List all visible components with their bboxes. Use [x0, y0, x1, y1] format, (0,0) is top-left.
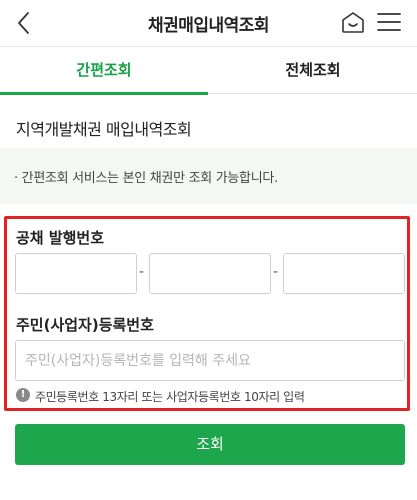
section-title: 지역개발채권 매입내역조회 [16, 120, 192, 139]
hamburger-menu-icon [377, 13, 401, 31]
tab-full-inquiry[interactable]: 전체조회 [209, 47, 417, 94]
app-header: 채권매입내역조회 [0, 0, 417, 46]
active-tab-indicator [0, 92, 208, 95]
input-hint-text: 주민등록번호 13자리 또는 사업자등록번호 10자리 입력 [35, 390, 305, 404]
bond-number-label: 공채 발행번호 [16, 229, 105, 247]
bond-separator-1: - [139, 264, 145, 280]
bond-number-input-3[interactable] [283, 253, 405, 294]
bond-number-input-1[interactable] [15, 253, 137, 294]
chevron-left-icon [18, 12, 29, 34]
notice-box: · 간편조회 서비스는 본인 채권만 조회 가능합니다. [0, 148, 417, 204]
bond-number-input-2[interactable] [149, 253, 271, 294]
tab-simple-label: 간편조회 [76, 61, 132, 79]
registration-number-label: 주민(사업자)등록번호 [16, 316, 154, 334]
tab-simple-inquiry[interactable]: 간편조회 [0, 47, 208, 95]
notice-text: · 간편조회 서비스는 본인 채권만 조회 가능합니다. [14, 171, 278, 186]
home-button[interactable] [340, 9, 366, 35]
home-icon [342, 12, 364, 33]
inquiry-submit-button[interactable]: 조회 [15, 424, 405, 465]
bond-separator-2: - [273, 264, 279, 280]
tab-full-label: 전체조회 [285, 61, 341, 79]
info-icon: ! [16, 388, 30, 402]
menu-button[interactable] [376, 11, 402, 33]
back-button[interactable] [14, 10, 34, 36]
registration-number-input[interactable] [15, 340, 405, 381]
tab-bar: 간편조회 전체조회 [0, 46, 417, 95]
